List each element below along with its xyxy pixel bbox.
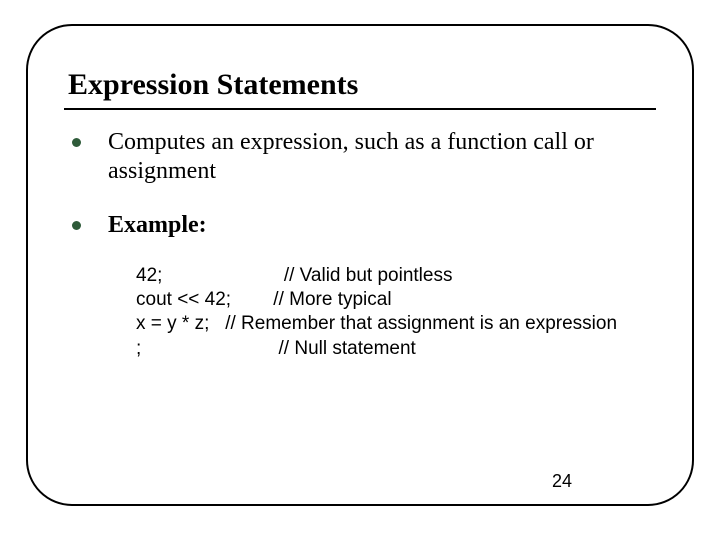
bullet-list: Computes an expression, such as a functi… bbox=[64, 128, 656, 240]
bullet-icon bbox=[72, 221, 81, 230]
slide-frame: Expression Statements Computes an expres… bbox=[26, 24, 694, 506]
page-number: 24 bbox=[552, 471, 572, 492]
bullet-text: Example: bbox=[108, 212, 207, 238]
bullet-item: Computes an expression, such as a functi… bbox=[64, 128, 656, 187]
bullet-icon bbox=[72, 138, 81, 147]
bullet-text: Computes an expression, such as a functi… bbox=[108, 129, 594, 184]
bullet-item: Example: bbox=[64, 211, 656, 240]
title-underline bbox=[64, 108, 656, 110]
slide: Expression Statements Computes an expres… bbox=[0, 0, 720, 540]
code-line: 42; // Valid but pointless bbox=[136, 265, 452, 286]
slide-title: Expression Statements bbox=[68, 68, 656, 102]
code-line: ; // Null statement bbox=[136, 338, 416, 359]
code-example: 42; // Valid but pointless cout << 42; /… bbox=[136, 264, 656, 361]
code-line: cout << 42; // More typical bbox=[136, 289, 392, 310]
code-line: x = y * z; // Remember that assignment i… bbox=[136, 313, 617, 334]
